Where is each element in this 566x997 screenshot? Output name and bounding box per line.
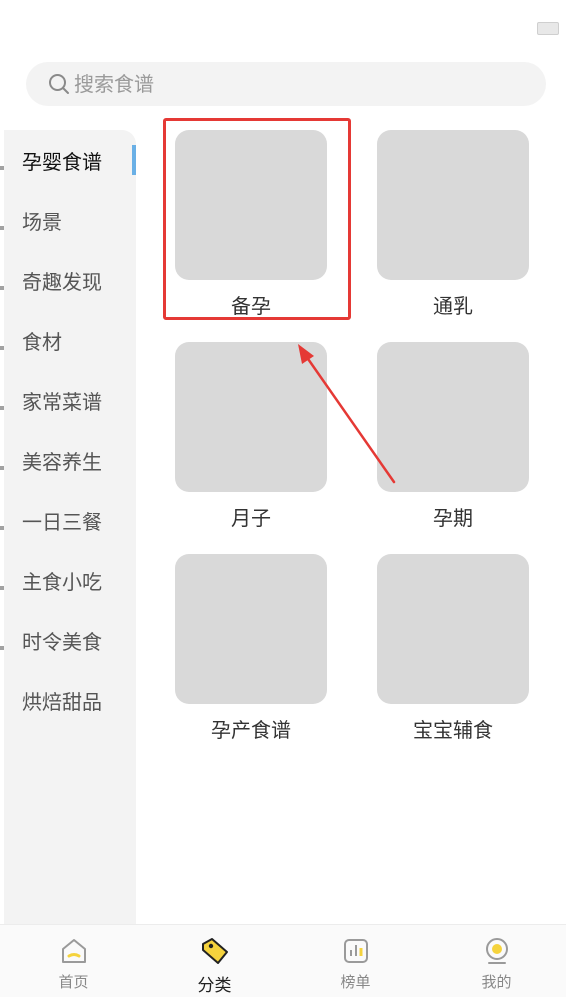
category-card[interactable]: 月子 — [175, 330, 327, 530]
category-thumbnail — [377, 554, 529, 704]
category-thumbnail — [175, 342, 327, 492]
search-bar[interactable] — [26, 62, 546, 106]
tab-category[interactable]: 分类 — [144, 925, 285, 997]
category-card[interactable]: 孕期 — [377, 330, 529, 530]
category-card[interactable]: 宝宝辅食 — [377, 542, 529, 742]
category-card[interactable]: 通乳 — [377, 118, 529, 318]
search-icon — [48, 73, 70, 95]
home-icon — [61, 939, 86, 963]
tab-profile[interactable]: 我的 — [426, 925, 566, 997]
category-sidebar: 孕婴食谱 场景 奇趣发现 食材 家常菜谱 美容养生 一日三餐 主食小吃 时令美食… — [4, 130, 136, 924]
sidebar-item-ingredients[interactable]: 食材 — [4, 310, 136, 370]
status-badge — [537, 22, 559, 35]
sidebar-item-staples-snacks[interactable]: 主食小吃 — [4, 550, 136, 610]
sidebar-item-home-cooking[interactable]: 家常菜谱 — [4, 370, 136, 430]
sidebar-item-pregnancy-recipes[interactable]: 孕婴食谱 — [4, 130, 136, 190]
sidebar-item-baking[interactable]: 烘焙甜品 — [4, 670, 136, 730]
tag-icon — [201, 938, 228, 964]
chart-icon — [343, 939, 368, 963]
category-thumbnail — [377, 342, 529, 492]
sidebar-item-discoveries[interactable]: 奇趣发现 — [4, 250, 136, 310]
sidebar-item-scenes[interactable]: 场景 — [4, 190, 136, 250]
tab-label: 我的 — [481, 973, 512, 991]
category-label: 宝宝辅食 — [413, 718, 493, 742]
sidebar-item-beauty-health[interactable]: 美容养生 — [4, 430, 136, 490]
category-thumbnail — [175, 130, 327, 280]
category-label: 月子 — [231, 506, 271, 530]
category-thumbnail — [377, 130, 529, 280]
tab-home[interactable]: 首页 — [3, 925, 144, 997]
category-card[interactable]: 备孕 — [175, 118, 327, 318]
tab-label: 首页 — [58, 973, 89, 991]
category-label: 孕期 — [433, 506, 473, 530]
category-label: 备孕 — [231, 294, 271, 318]
tab-label: 榜单 — [340, 973, 371, 991]
sidebar-item-seasonal[interactable]: 时令美食 — [4, 610, 136, 670]
category-label: 孕产食谱 — [211, 718, 291, 742]
category-card[interactable]: 孕产食谱 — [175, 542, 327, 742]
sidebar-item-three-meals[interactable]: 一日三餐 — [4, 490, 136, 550]
search-input[interactable] — [72, 71, 496, 97]
category-label: 通乳 — [433, 294, 473, 318]
category-thumbnail — [175, 554, 327, 704]
tab-ranking[interactable]: 榜单 — [285, 925, 426, 997]
tab-label: 分类 — [197, 976, 232, 996]
user-icon — [485, 938, 508, 964]
bottom-tab-bar: 首页 分类 榜单 我的 — [0, 924, 566, 997]
